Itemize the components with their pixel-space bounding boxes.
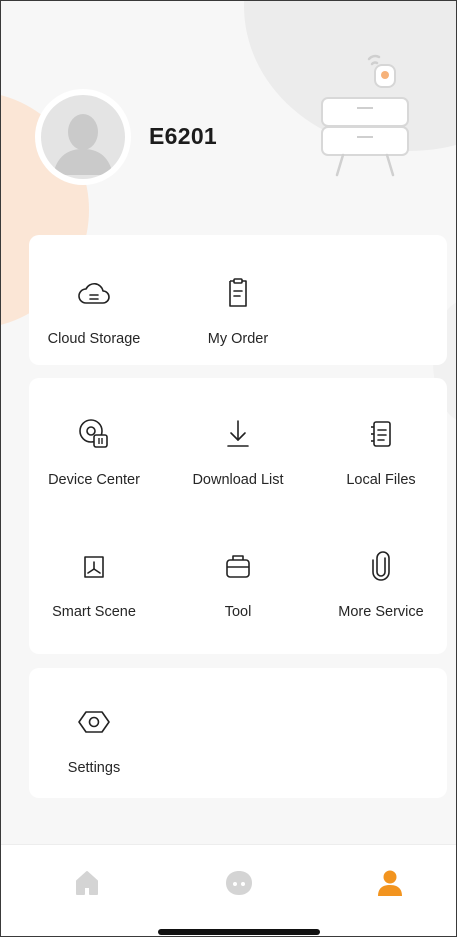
- settings-card: Settings: [29, 668, 447, 798]
- paperclip-icon: [363, 548, 399, 584]
- tool-label: Tool: [224, 604, 252, 620]
- device-center-label: Device Center: [48, 472, 140, 488]
- settings-button[interactable]: Settings: [24, 704, 164, 794]
- home-icon: [76, 871, 98, 895]
- smart-scene-label: Smart Scene: [52, 604, 136, 620]
- cloud-storage-button[interactable]: Cloud Storage: [24, 275, 164, 365]
- my-order-button[interactable]: My Order: [168, 275, 308, 365]
- download-icon: [220, 416, 256, 452]
- tab-chat[interactable]: [219, 863, 259, 903]
- username[interactable]: E6201: [149, 123, 217, 150]
- device-illustration-icon: [321, 54, 409, 177]
- device-center-icon: [76, 416, 112, 452]
- document-icon: [363, 416, 399, 452]
- cloud-icon: [76, 275, 112, 311]
- settings-label: Settings: [67, 760, 121, 776]
- tab-me[interactable]: [370, 863, 410, 903]
- bottom-tab-bar: [1, 844, 456, 936]
- more-service-button[interactable]: More Service: [311, 548, 451, 638]
- storage-card: Cloud Storage My Order: [29, 235, 447, 365]
- chat-icon: [226, 871, 252, 895]
- avatar[interactable]: [35, 89, 131, 185]
- more-service-label: More Service: [338, 604, 424, 620]
- device-center-button[interactable]: Device Center: [24, 416, 164, 506]
- cloud-storage-label: Cloud Storage: [47, 331, 141, 347]
- smart-scene-button[interactable]: Smart Scene: [24, 548, 164, 638]
- download-list-button[interactable]: Download List: [168, 416, 308, 506]
- services-card: Device Center Download List Local Files …: [29, 378, 447, 654]
- smart-scene-icon: [76, 548, 112, 584]
- tool-button[interactable]: Tool: [168, 548, 308, 638]
- screen: E6201 Cloud Storage My Order Device Cent…: [0, 0, 457, 937]
- toolbox-icon: [220, 548, 256, 584]
- clipboard-icon: [220, 275, 256, 311]
- local-files-label: Local Files: [346, 472, 416, 488]
- download-list-label: Download List: [192, 472, 284, 488]
- default-avatar-icon: [41, 95, 125, 179]
- tab-home[interactable]: [67, 863, 107, 903]
- my-order-label: My Order: [207, 331, 269, 347]
- home-indicator[interactable]: [158, 929, 320, 935]
- local-files-button[interactable]: Local Files: [311, 416, 451, 506]
- user-icon: [378, 870, 402, 896]
- settings-hexagon-icon: [76, 704, 112, 740]
